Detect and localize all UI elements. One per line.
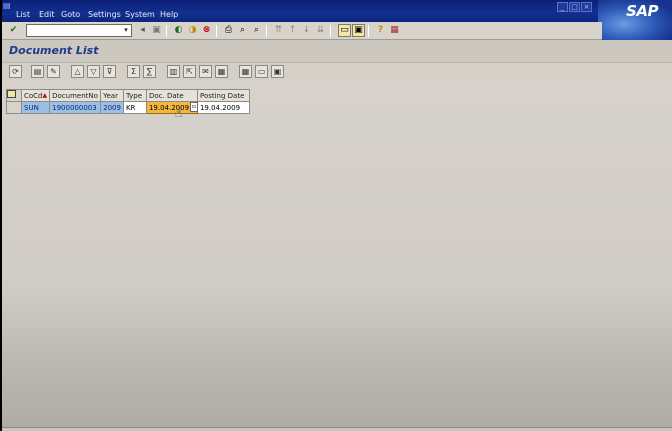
system-menu-icon[interactable]: ▤ bbox=[3, 2, 12, 10]
table-row[interactable]: SUN 1900000003 2009 KR 19.04.2009 ▫ 19.04… bbox=[6, 101, 250, 114]
menu-goto[interactable]: Goto bbox=[61, 10, 80, 19]
print-preview-icon[interactable]: ▥ bbox=[167, 65, 180, 78]
save-icon[interactable]: ◂ bbox=[136, 24, 149, 37]
chevron-down-icon[interactable]: ▾ bbox=[122, 26, 130, 35]
grid-layout-button[interactable] bbox=[6, 89, 22, 102]
create-session-icon[interactable]: ▭ bbox=[338, 24, 351, 37]
display-document-icon[interactable]: ▤ bbox=[31, 65, 44, 78]
sap-window: ▤ List Edit Goto Settings System Help _ … bbox=[2, 0, 672, 431]
total-icon[interactable]: ∑ bbox=[143, 65, 156, 78]
find-next-icon[interactable]: ⌕ bbox=[250, 24, 263, 37]
screen-title-bar: Document List bbox=[2, 40, 672, 63]
send-icon[interactable]: ✉ bbox=[199, 65, 212, 78]
cell-posting-date[interactable]: 19.04.2009 bbox=[196, 101, 250, 114]
toolbar-separator bbox=[216, 25, 217, 37]
column-header-year[interactable]: Year bbox=[100, 89, 124, 102]
column-header-posting-date[interactable]: Posting Date bbox=[196, 89, 250, 102]
maximize-icon[interactable]: □ bbox=[569, 2, 580, 12]
word-processing-icon[interactable]: ▦ bbox=[215, 65, 228, 78]
document-list-grid: CoCd▲ DocumentNo Year Type Doc. Date Pos… bbox=[6, 89, 250, 114]
enter-icon[interactable]: ✔ bbox=[7, 24, 20, 37]
column-header-cocd[interactable]: CoCd▲ bbox=[20, 89, 51, 102]
page-title: Document List bbox=[9, 44, 99, 57]
previous-page-icon[interactable]: ↑ bbox=[286, 24, 299, 37]
cell-year[interactable]: 2009 bbox=[100, 101, 124, 114]
cell-doc-date[interactable]: 19.04.2009 ▫ bbox=[145, 101, 198, 114]
hand-cursor-icon: ☝ bbox=[175, 106, 183, 120]
find-icon[interactable]: ⌕ bbox=[236, 24, 249, 37]
shortcut-icon[interactable]: ▣ bbox=[352, 24, 365, 37]
save-layout-icon[interactable]: ▣ bbox=[271, 65, 284, 78]
menu-system[interactable]: System bbox=[125, 10, 155, 19]
cell-document-no[interactable]: 1900000003 bbox=[49, 101, 102, 114]
save-disabled-icon: ▣ bbox=[152, 25, 161, 35]
column-header-type[interactable]: Type bbox=[122, 89, 147, 102]
command-field[interactable]: ▾ bbox=[26, 24, 132, 37]
toolbar-separator bbox=[368, 25, 369, 37]
grid-header-row: CoCd▲ DocumentNo Year Type Doc. Date Pos… bbox=[6, 89, 250, 102]
print-icon[interactable]: ⎙ bbox=[222, 24, 235, 37]
row-selector[interactable] bbox=[6, 101, 22, 114]
first-page-icon[interactable]: ⇈ bbox=[272, 24, 285, 37]
status-bar bbox=[2, 427, 672, 431]
cancel-icon[interactable]: ⊗ bbox=[200, 24, 213, 37]
subtotal-icon[interactable]: Σ bbox=[127, 65, 140, 78]
sap-logo-background: SAP bbox=[598, 0, 672, 40]
menu-list[interactable]: List bbox=[16, 10, 30, 19]
column-header-doc-date[interactable]: Doc. Date bbox=[145, 89, 198, 102]
choose-layout-icon[interactable]: ▭ bbox=[255, 65, 268, 78]
refresh-icon[interactable]: ⟳ bbox=[9, 65, 22, 78]
cell-cocd[interactable]: SUN bbox=[20, 101, 51, 114]
help-icon[interactable]: ? bbox=[374, 24, 387, 37]
menu-settings[interactable]: Settings bbox=[88, 10, 121, 19]
filter-icon[interactable]: ⊽ bbox=[103, 65, 116, 78]
close-icon[interactable]: × bbox=[581, 2, 592, 12]
set-filter-icon[interactable]: ▽ bbox=[87, 65, 100, 78]
export-icon[interactable]: ⇱ bbox=[183, 65, 196, 78]
column-header-documentno[interactable]: DocumentNo bbox=[49, 89, 102, 102]
sort-ascending-indicator-icon: ▲ bbox=[42, 91, 48, 99]
layout-icon[interactable] bbox=[7, 90, 16, 98]
list-content-area: CoCd▲ DocumentNo Year Type Doc. Date Pos… bbox=[2, 81, 672, 427]
last-page-icon[interactable]: ⇊ bbox=[314, 24, 327, 37]
back-icon[interactable]: ◐ bbox=[172, 24, 185, 37]
layout-menu-icon[interactable]: ▦ bbox=[388, 24, 401, 37]
sap-logo: SAP bbox=[626, 2, 658, 20]
layout-icon[interactable]: ▦ bbox=[239, 65, 252, 78]
menu-help[interactable]: Help bbox=[160, 10, 178, 19]
cell-type[interactable]: KR bbox=[122, 101, 147, 114]
toolbar-separator bbox=[266, 25, 267, 37]
menu-edit[interactable]: Edit bbox=[39, 10, 55, 19]
toolbar-separator bbox=[330, 25, 331, 37]
sort-ascending-icon[interactable]: △ bbox=[71, 65, 84, 78]
column-label: CoCd bbox=[24, 91, 43, 100]
next-page-icon[interactable]: ↓ bbox=[300, 24, 313, 37]
cell-doc-date-value: 19.04.2009 bbox=[148, 103, 190, 112]
value-help-icon[interactable]: ▫ bbox=[189, 102, 198, 112]
application-toolbar: ⟳ ▤ ✎ △ ▽ ⊽ Σ ∑ ▥ ⇱ ✉ ▦ ▦ ▭ ▣ bbox=[2, 63, 672, 81]
change-document-icon[interactable]: ✎ bbox=[47, 65, 60, 78]
toolbar-separator bbox=[166, 25, 167, 37]
menu-bar: ▤ List Edit Goto Settings System Help _ … bbox=[2, 0, 672, 40]
exit-icon[interactable]: ◑ bbox=[186, 24, 199, 37]
standard-toolbar: ✔ ▾ ◂ ▣ ◐ ◑ ⊗ ⎙ ⌕ ⌕ ⇈ ↑ ↓ ⇊ ▭ ▣ ? ▦ bbox=[2, 22, 602, 40]
minimize-icon[interactable]: _ bbox=[557, 2, 568, 12]
command-input[interactable] bbox=[27, 25, 119, 36]
